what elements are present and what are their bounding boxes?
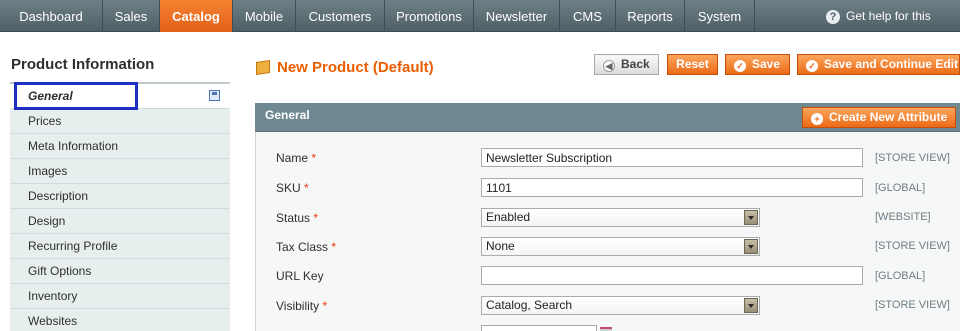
- nav-cms[interactable]: CMS: [560, 0, 616, 32]
- tax-class-value: None: [486, 239, 515, 253]
- url-key-input[interactable]: [481, 266, 863, 285]
- product-box-icon: [256, 60, 270, 75]
- status-label: Status *: [276, 211, 319, 225]
- nav-reports[interactable]: Reports: [616, 0, 685, 32]
- nav-catalog[interactable]: Catalog: [160, 0, 233, 32]
- help-icon: ?: [826, 9, 840, 24]
- sku-input[interactable]: [481, 178, 863, 197]
- sku-scope: [GLOBAL]: [875, 182, 926, 194]
- changed-icon: [209, 90, 220, 101]
- page-title: New Product (Default): [277, 59, 434, 76]
- nav-promotions[interactable]: Promotions: [385, 0, 474, 32]
- next-field-input[interactable]: [481, 325, 597, 331]
- plus-icon: +: [811, 113, 823, 125]
- save-continue-label: Save and Continue Edit: [824, 57, 959, 71]
- chevron-down-icon: [744, 210, 758, 225]
- help-label: Get help for this page: [826, 9, 931, 56]
- save-button[interactable]: ✓ Save: [725, 54, 790, 75]
- save-continue-button[interactable]: ✓ Save and Continue Edit: [797, 54, 960, 75]
- create-attribute-label: Create New Attribute: [829, 110, 948, 124]
- name-label: Name *: [276, 151, 317, 165]
- sidebar-item-prices[interactable]: Prices: [10, 109, 230, 134]
- nav-system[interactable]: System: [685, 0, 755, 32]
- name-input[interactable]: [481, 148, 863, 167]
- back-button[interactable]: ◀ Back: [594, 54, 659, 75]
- sidebar-item-design[interactable]: Design: [10, 209, 230, 234]
- status-select[interactable]: Enabled: [481, 208, 760, 227]
- nav-customers[interactable]: Customers: [296, 0, 385, 32]
- status-scope: [WEBSITE]: [875, 211, 931, 223]
- create-attribute-button[interactable]: + Create New Attribute: [802, 107, 956, 128]
- save-label: Save: [752, 57, 781, 71]
- sidebar-item-images[interactable]: Images: [10, 159, 230, 184]
- tax-class-scope: [STORE VIEW]: [875, 240, 950, 252]
- help-link[interactable]: ? Get help for this page: [826, 0, 960, 56]
- url-key-label: URL Key: [276, 269, 324, 283]
- nav-mobile[interactable]: Mobile: [233, 0, 296, 32]
- sku-label: SKU *: [276, 181, 309, 195]
- visibility-label: Visibility *: [276, 299, 328, 313]
- calendar-icon[interactable]: [600, 327, 612, 331]
- sidebar-item-gift-options[interactable]: Gift Options: [10, 259, 230, 284]
- tax-class-label: Tax Class *: [276, 240, 337, 254]
- nav-newsletter[interactable]: Newsletter: [474, 0, 560, 32]
- back-label: Back: [621, 57, 650, 71]
- nav-sales[interactable]: Sales: [103, 0, 160, 32]
- visibility-select[interactable]: Catalog, Search: [481, 296, 760, 315]
- sidebar-title: Product Information: [11, 56, 155, 73]
- visibility-value: Catalog, Search: [486, 298, 573, 312]
- reset-button[interactable]: Reset: [667, 54, 718, 75]
- tax-class-select[interactable]: None: [481, 237, 760, 256]
- nav-dashboard[interactable]: Dashboard: [0, 0, 103, 32]
- chevron-down-icon: [744, 239, 758, 254]
- selection-highlight-box: [14, 82, 138, 110]
- top-navigation: Dashboard Sales Catalog Mobile Customers…: [0, 0, 960, 56]
- name-scope: [STORE VIEW]: [875, 152, 950, 164]
- chevron-down-icon: [744, 298, 758, 313]
- sidebar-item-inventory[interactable]: Inventory: [10, 284, 230, 309]
- arrow-left-icon: ◀: [603, 60, 615, 72]
- sidebar-item-meta-information[interactable]: Meta Information: [10, 134, 230, 159]
- sidebar-item-recurring-profile[interactable]: Recurring Profile: [10, 234, 230, 259]
- sidebar-item-description[interactable]: Description: [10, 184, 230, 209]
- status-value: Enabled: [486, 210, 531, 224]
- section-title: General: [265, 108, 310, 122]
- check-icon: ✓: [806, 60, 818, 72]
- visibility-scope: [STORE VIEW]: [875, 299, 950, 311]
- check-icon: ✓: [734, 60, 746, 72]
- url-key-scope: [GLOBAL]: [875, 270, 926, 282]
- sidebar-item-websites[interactable]: Websites: [10, 309, 230, 331]
